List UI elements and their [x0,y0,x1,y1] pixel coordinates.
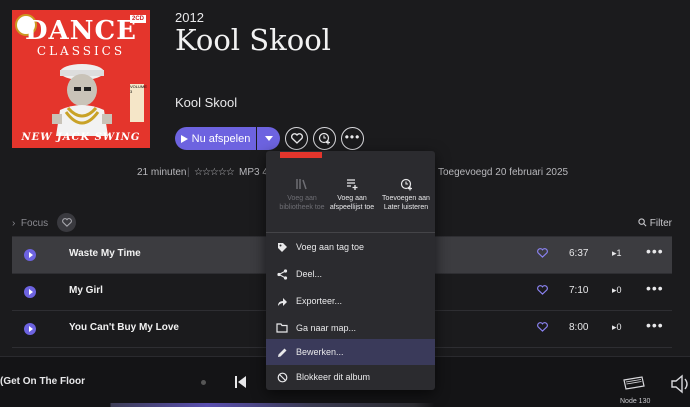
waveform-progress[interactable] [0,403,690,407]
track-name: My Girl [69,285,103,296]
listen-later-button[interactable]: Toevoegen aan Later luisteren [378,178,434,212]
focus-favorite-button[interactable] [57,213,76,232]
play-icon[interactable] [24,323,36,335]
track-duration: 6:37 [569,248,589,259]
library-icon [296,179,307,190]
track-name: Waste My Time [69,248,141,259]
heart-icon [290,133,303,144]
play-options-dropdown-button[interactable] [257,127,280,150]
album-added-date: Toegevoegd 20 februari 2025 [438,167,569,178]
focus-toggle[interactable]: › Focus [12,218,48,229]
favorite-button[interactable] [285,127,308,150]
track-play-count: ▸0 [612,322,622,332]
cover-volume-tag: VOLUME 3 [130,84,147,122]
heart-icon[interactable] [537,248,548,258]
menu-item-label: Ga naar map... [296,323,357,333]
listen-later-label: Toevoegen aan Later luisteren [382,195,430,211]
more-options-button[interactable]: ••• [341,127,364,150]
chevron-right-icon: › [12,218,16,229]
add-to-playlist-button[interactable]: Voeg aan afspeellijst toe [324,178,380,212]
ellipsis-icon: ••• [344,129,361,144]
track-more-button[interactable]: ••• [646,243,664,259]
add-to-playlist-label: Voeg aan afspeellijst toe [329,195,375,211]
menu-divider [266,232,435,233]
focus-label: Focus [20,218,49,229]
track-more-button[interactable]: ••• [646,317,664,333]
cover-title: DANCE [25,16,137,46]
track-more-button[interactable]: ••• [646,280,664,296]
menu-item-go-to-folder[interactable]: Ga naar map... [266,315,435,341]
cover-footer-text: NEW JACK SWING [21,132,141,143]
heart-icon [61,218,72,227]
album-artist[interactable]: Kool Skool [175,95,237,110]
menu-item-label: Voeg aan tag toe [296,242,365,252]
pencil-icon [277,348,286,357]
cover-subtitle: CLASSICS [36,44,126,58]
menu-header-strip [280,152,322,158]
menu-item-share[interactable]: Deel... [266,261,435,287]
album-duration: 21 minuten [137,167,187,178]
menu-item-edit[interactable]: Bewerken... [266,339,435,365]
playlist-add-icon [347,179,358,190]
play-now-label: Nu afspelen [191,132,251,145]
track-duration: 7:10 [569,285,589,296]
search-icon [638,218,647,227]
heart-icon[interactable] [537,322,548,332]
share-icon [276,268,287,280]
menu-item-block-album[interactable]: Blokkeer dit album [266,364,435,390]
volume-icon[interactable] [670,373,690,395]
menu-item-label: Bewerken... [296,347,344,357]
track-name: You Can't Buy My Love [69,322,179,333]
album-cover[interactable]: 2CD DANCE CLASSICS VOLUME 3 NEW JACK SWI… [12,10,150,148]
album-title: Kool Skool [175,23,331,57]
menu-item-label: Blokkeer dit album [296,372,371,382]
track-play-count: ▸0 [612,285,622,295]
chevron-down-icon [264,136,273,141]
play-icon [180,134,188,143]
play-icon[interactable] [24,286,36,298]
shuffle-icon[interactable] [201,380,206,385]
filter-button[interactable]: Filter [638,218,672,229]
add-to-library-button[interactable]: Voeg aan bibliotheek toe [274,178,330,212]
export-arrow-icon [277,297,287,306]
menu-item-label: Exporteer... [296,296,343,306]
play-icon[interactable] [24,249,36,261]
track-duration: 8:00 [569,322,589,333]
cover-figure-image [52,64,112,136]
menu-item-export[interactable]: Exporteer... [266,288,435,314]
filter-label: Filter [649,218,673,229]
track-play-count: ▸1 [612,248,622,258]
output-device-label[interactable]: Node 130 [620,398,650,405]
previous-track-icon[interactable] [235,376,246,388]
block-icon [277,372,287,382]
now-playing-title[interactable]: (Get On The Floor [0,376,85,387]
play-now-button[interactable]: Nu afspelen [175,127,256,150]
folder-icon [276,323,288,333]
heart-icon[interactable] [537,285,548,295]
menu-item-add-tag[interactable]: Voeg aan tag toe [266,234,435,260]
clock-plus-icon [400,178,412,191]
album-rating-stars[interactable]: ☆☆☆☆☆ [194,167,235,178]
menu-item-label: Deel... [296,269,323,279]
tag-icon [277,242,287,252]
add-to-queue-button[interactable] [313,127,336,150]
add-to-library-label: Voeg aan bibliotheek toe [279,195,325,211]
device-icon[interactable] [622,376,646,392]
meta-separator: | [187,167,190,178]
album-context-menu: Voeg aan bibliotheek toe Voeg aan afspee… [266,151,435,390]
clock-plus-icon [318,132,330,145]
